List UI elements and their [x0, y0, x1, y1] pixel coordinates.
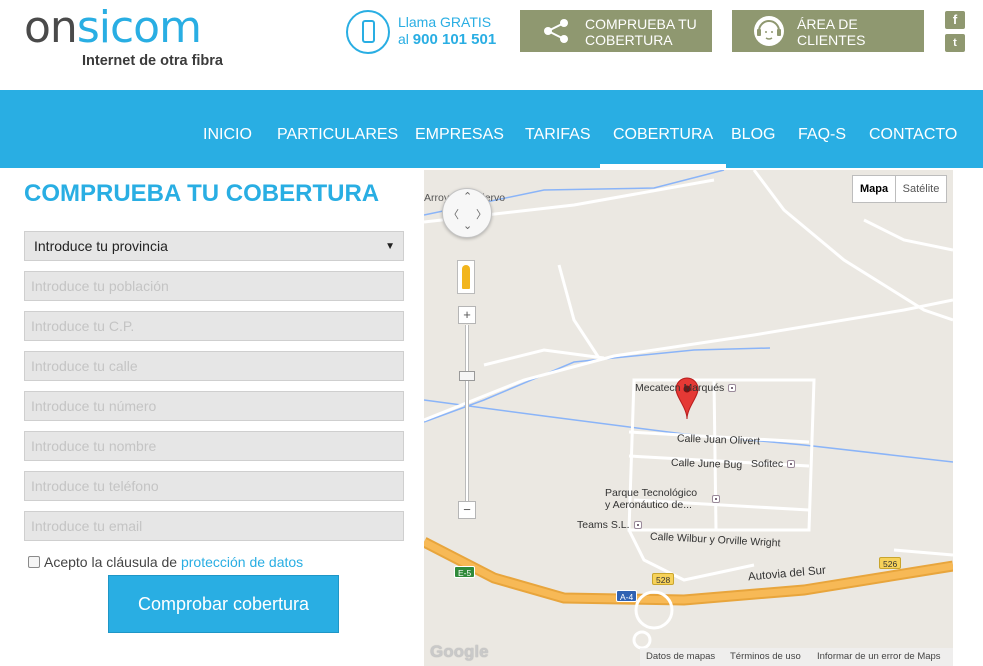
- privacy-consent: Acepto la cláusula de protección de dato…: [28, 554, 303, 570]
- logo-wordmark: onsicom: [24, 2, 202, 53]
- map-label-sofitec: Sofitec: [751, 458, 796, 470]
- street-number-input[interactable]: [24, 391, 404, 421]
- check-coverage-button[interactable]: COMPRUEBA TU COBERTURA: [520, 10, 712, 52]
- call-label: Llama GRATIS: [398, 14, 492, 30]
- pan-control[interactable]: ⌃ 〈 〉 ⌄: [442, 188, 492, 238]
- poi-icon: [633, 521, 642, 529]
- call-number: 900 101 501: [412, 31, 497, 48]
- nav-contacto[interactable]: CONTACTO: [869, 90, 957, 168]
- road-shield-a4: A-4: [616, 590, 638, 602]
- zoom-out-button[interactable]: −: [458, 501, 476, 519]
- pan-left-icon[interactable]: 〈: [448, 206, 459, 222]
- map-data-link[interactable]: Datos de mapas: [646, 648, 715, 666]
- customer-agent-icon: [754, 16, 784, 46]
- map-report-link[interactable]: Informar de un error de Maps: [817, 648, 941, 666]
- postal-code-input[interactable]: [24, 311, 404, 341]
- map-type-satellite-button[interactable]: Satélite: [895, 175, 947, 203]
- zoom-track[interactable]: [465, 325, 469, 505]
- share-icon: [544, 19, 568, 43]
- town-input[interactable]: [24, 271, 404, 301]
- province-select-value: Introduce tu provincia: [34, 238, 168, 254]
- poi-icon: [787, 460, 796, 468]
- check-coverage-submit-button[interactable]: Comprobar cobertura: [108, 575, 339, 633]
- pan-up-icon[interactable]: ⌃: [463, 190, 472, 203]
- logo-tagline: Internet de otra fibra: [82, 53, 223, 69]
- street-view-pegman-icon[interactable]: [457, 260, 475, 294]
- road-shield-526: 526: [879, 557, 902, 569]
- google-logo: Google: [430, 642, 489, 661]
- free-call-box[interactable]: Llama GRATIS al 900 101 501: [346, 10, 506, 54]
- road-shield-528: 528: [652, 573, 675, 585]
- map-canvas: [424, 170, 953, 650]
- poi-icon: [728, 384, 737, 392]
- name-input[interactable]: [24, 431, 404, 461]
- zoom-in-button[interactable]: +: [458, 306, 476, 324]
- map-terms-link[interactable]: Términos de uso: [730, 648, 801, 666]
- nav-blog[interactable]: BLOG: [731, 90, 775, 168]
- onsicom-logo[interactable]: onsicom Internet de otra fibra: [24, 6, 254, 72]
- privacy-policy-link[interactable]: protección de datos: [181, 554, 303, 570]
- call-prefix: al: [398, 31, 409, 47]
- main-nav: INICIO PARTICULARES EMPRESAS TARIFAS COB…: [0, 90, 983, 168]
- map-type-map-button[interactable]: Mapa: [852, 175, 896, 203]
- phone-input[interactable]: [24, 471, 404, 501]
- page-title: COMPRUEBA TU COBERTURA: [24, 180, 380, 207]
- dropdown-arrow-icon: ▼: [385, 241, 395, 252]
- map-label-parque: Parque Tecnológico y Aeronáutico de...: [605, 487, 698, 511]
- coverage-map[interactable]: Arroyo del Ciervo Mecatecn Marqués Calle…: [424, 170, 953, 666]
- client-area-button[interactable]: ÁREA DE CLIENTES: [732, 10, 924, 52]
- map-label-mecatec: Mecatecn Marqués: [635, 382, 737, 394]
- road-shield-e5: E-5: [454, 566, 476, 578]
- map-footer: Datos de mapas Términos de uso Informar …: [640, 648, 953, 666]
- privacy-checkbox[interactable]: [28, 556, 40, 568]
- nav-tarifas[interactable]: TARIFAS: [525, 90, 591, 168]
- pan-right-icon[interactable]: 〉: [476, 206, 487, 222]
- map-label-june-bug: Calle June Bug: [670, 456, 743, 472]
- nav-particulares[interactable]: PARTICULARES: [277, 90, 398, 168]
- email-input[interactable]: [24, 511, 404, 541]
- zoom-slider-handle[interactable]: [459, 371, 475, 381]
- nav-empresas[interactable]: EMPRESAS: [415, 90, 504, 168]
- poi-parque-icon: [708, 493, 720, 505]
- nav-inicio[interactable]: INICIO: [203, 90, 252, 168]
- map-label-teams: Teams S.L.: [577, 519, 642, 531]
- facebook-icon[interactable]: f: [945, 11, 965, 29]
- nav-faqs[interactable]: FAQ-S: [798, 90, 846, 168]
- phone-icon: [346, 10, 390, 54]
- privacy-consent-text: Acepto la cláusula de: [44, 554, 178, 570]
- province-select[interactable]: Introduce tu provincia ▼: [24, 231, 404, 261]
- check-coverage-label: COMPRUEBA TU COBERTURA: [585, 16, 697, 48]
- call-text: Llama GRATIS al 900 101 501: [398, 14, 496, 48]
- nav-cobertura[interactable]: COBERTURA: [599, 90, 727, 168]
- pan-down-icon[interactable]: ⌄: [463, 219, 472, 232]
- twitter-icon[interactable]: t: [945, 34, 965, 52]
- site-header: onsicom Internet de otra fibra Llama GRA…: [0, 0, 983, 90]
- client-area-label: ÁREA DE CLIENTES: [797, 16, 866, 48]
- street-input[interactable]: [24, 351, 404, 381]
